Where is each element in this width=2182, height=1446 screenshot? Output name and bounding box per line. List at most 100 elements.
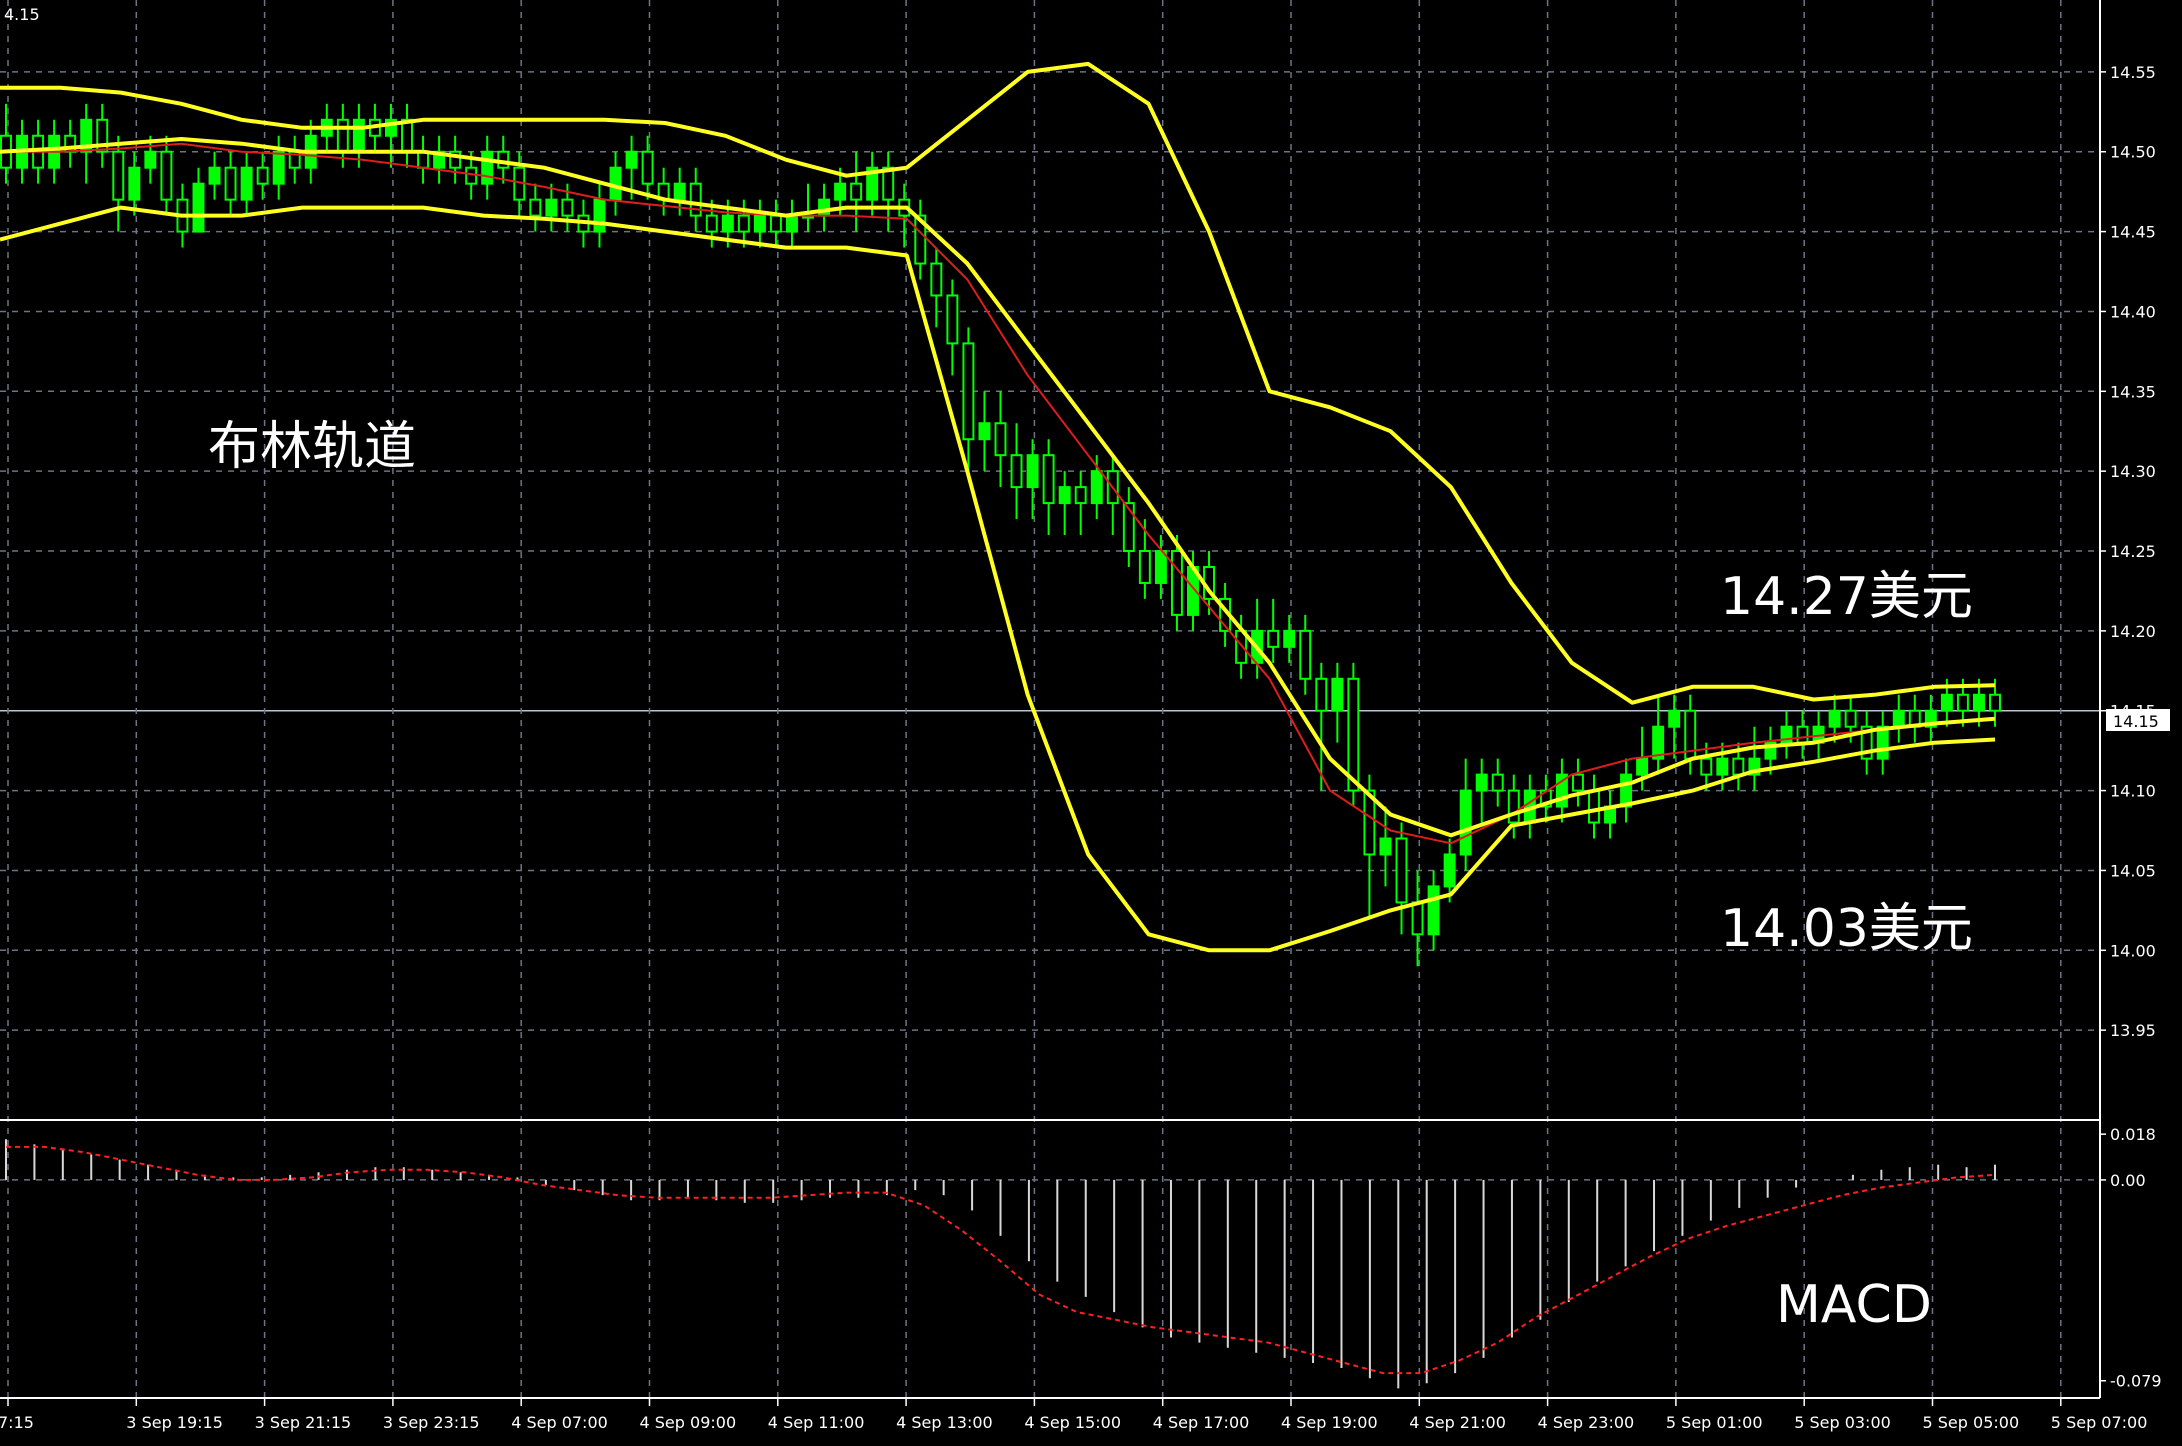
candle-body <box>160 150 173 201</box>
price-tick-label: 14.25 <box>2110 542 2156 561</box>
time-tick-label: 7:15 <box>0 1413 34 1432</box>
candle-body <box>1956 693 1969 712</box>
candle-body <box>1796 725 1809 744</box>
time-tick-label: 3 Sep 23:15 <box>383 1413 480 1432</box>
price-tick-label: 14.55 <box>2110 63 2156 82</box>
trading-chart: 14.55 14.50 14.45 14.40 14.35 14.30 14.25 14.20… <box>0 0 2182 1446</box>
price-tick-label: 14.05 <box>2110 861 2156 880</box>
candle-body <box>1828 709 1841 728</box>
candle-body <box>1571 773 1584 792</box>
time-tick-label: 4 Sep 15:00 <box>1024 1413 1121 1432</box>
candle-body <box>336 118 349 153</box>
candle-body <box>1972 693 1985 712</box>
candle-body <box>1058 486 1071 505</box>
candle-body <box>721 214 734 233</box>
candle-body <box>1588 789 1600 824</box>
candle-body <box>144 150 157 169</box>
candle-body <box>1620 773 1633 808</box>
candle-body <box>1989 693 2001 712</box>
candle-body <box>1700 757 1713 776</box>
price-tick-label: 14.40 <box>2110 302 2156 321</box>
price-tick-label: 14.10 <box>2110 782 2156 801</box>
indicator-title: 布林轨道 <box>208 417 416 477</box>
candle-body <box>481 150 494 185</box>
candle-body <box>978 422 991 441</box>
candle-body <box>1315 677 1328 712</box>
candle-body <box>128 166 141 201</box>
candle-body <box>497 150 510 169</box>
price-tick-label: 14.35 <box>2110 382 2156 401</box>
candle-body <box>112 150 125 201</box>
price-tick-label: 14.45 <box>2110 223 2156 242</box>
candle-body <box>1475 773 1488 792</box>
time-tick-label: 5 Sep 05:00 <box>1923 1413 2020 1432</box>
time-tick-label: 4 Sep 17:00 <box>1153 1413 1250 1432</box>
candle-body <box>593 198 606 233</box>
candle-body <box>1154 550 1167 584</box>
candle-body <box>834 182 847 201</box>
candle-body <box>529 198 542 217</box>
price-tick-label: 13.95 <box>2110 1021 2156 1040</box>
candle-body <box>1507 789 1520 824</box>
candle-body <box>1026 454 1039 489</box>
time-tick-label: 4 Sep 11:00 <box>768 1413 865 1432</box>
candle-body <box>962 342 975 441</box>
candle-body <box>1636 757 1649 776</box>
candle-body <box>1010 454 1023 489</box>
candle-body <box>1892 709 1905 728</box>
candle-body <box>545 198 558 217</box>
macd-tick-label: -0.079 <box>2110 1372 2162 1391</box>
lower-band-price-label: 14.03美元 <box>1720 899 1973 959</box>
candle-body <box>1395 837 1408 904</box>
candle-body <box>1427 885 1440 936</box>
time-tick-label: 3 Sep 19:15 <box>126 1413 223 1432</box>
candle-body <box>1716 757 1729 776</box>
time-tick-label: 4 Sep 19:00 <box>1281 1413 1378 1432</box>
time-tick-label: 4 Sep 09:00 <box>640 1413 737 1432</box>
candle-body <box>641 150 654 185</box>
candle-body <box>1940 693 1953 712</box>
time-tick-label: 5 Sep 07:00 <box>2051 1413 2148 1432</box>
candle-body <box>625 150 638 169</box>
macd-tick-label: 0.00 <box>2110 1171 2146 1190</box>
price-tick-label: 14.50 <box>2110 143 2156 162</box>
candle-body <box>994 422 1007 457</box>
candle-body <box>786 214 798 233</box>
candle-body <box>1090 470 1103 505</box>
candle-body <box>1491 773 1504 792</box>
candle-body <box>1138 550 1151 584</box>
candle-body <box>1459 789 1472 856</box>
time-tick-label: 3 Sep 21:15 <box>255 1413 352 1432</box>
macd-tick-label: 0.018 <box>2110 1125 2156 1144</box>
corner-price-label: 4.15 <box>4 5 40 24</box>
candle-body <box>561 198 574 217</box>
candle-body <box>192 182 205 233</box>
candle-body <box>769 214 782 233</box>
candle-body <box>689 182 702 217</box>
candle-body <box>1668 709 1681 728</box>
candle-body <box>1283 629 1296 648</box>
candle-body <box>224 166 237 201</box>
time-tick-label: 4 Sep 07:00 <box>511 1413 608 1432</box>
candle-body <box>401 118 413 153</box>
price-tick-label: 14.00 <box>2110 941 2156 960</box>
candle-body <box>256 166 269 185</box>
candle-body <box>1267 629 1280 648</box>
candle-body <box>1299 629 1312 680</box>
candle-body <box>1379 837 1392 856</box>
price-tick-label: 14.20 <box>2110 622 2156 641</box>
time-tick-label: 5 Sep 03:00 <box>1794 1413 1891 1432</box>
candle-body <box>1042 454 1055 505</box>
candle-body <box>818 198 831 217</box>
candle-body <box>705 214 718 233</box>
candle-body <box>272 150 285 185</box>
candle-body <box>753 214 766 233</box>
candle-body <box>1331 677 1344 712</box>
time-tick-label: 5 Sep 01:00 <box>1666 1413 1763 1432</box>
candle-body <box>240 166 253 201</box>
current-price-tag-text: 14.15 <box>2113 712 2159 731</box>
candle-body <box>930 262 943 297</box>
candle-body <box>1732 757 1745 776</box>
candle-body <box>1347 677 1360 792</box>
candle-body <box>1844 709 1857 728</box>
